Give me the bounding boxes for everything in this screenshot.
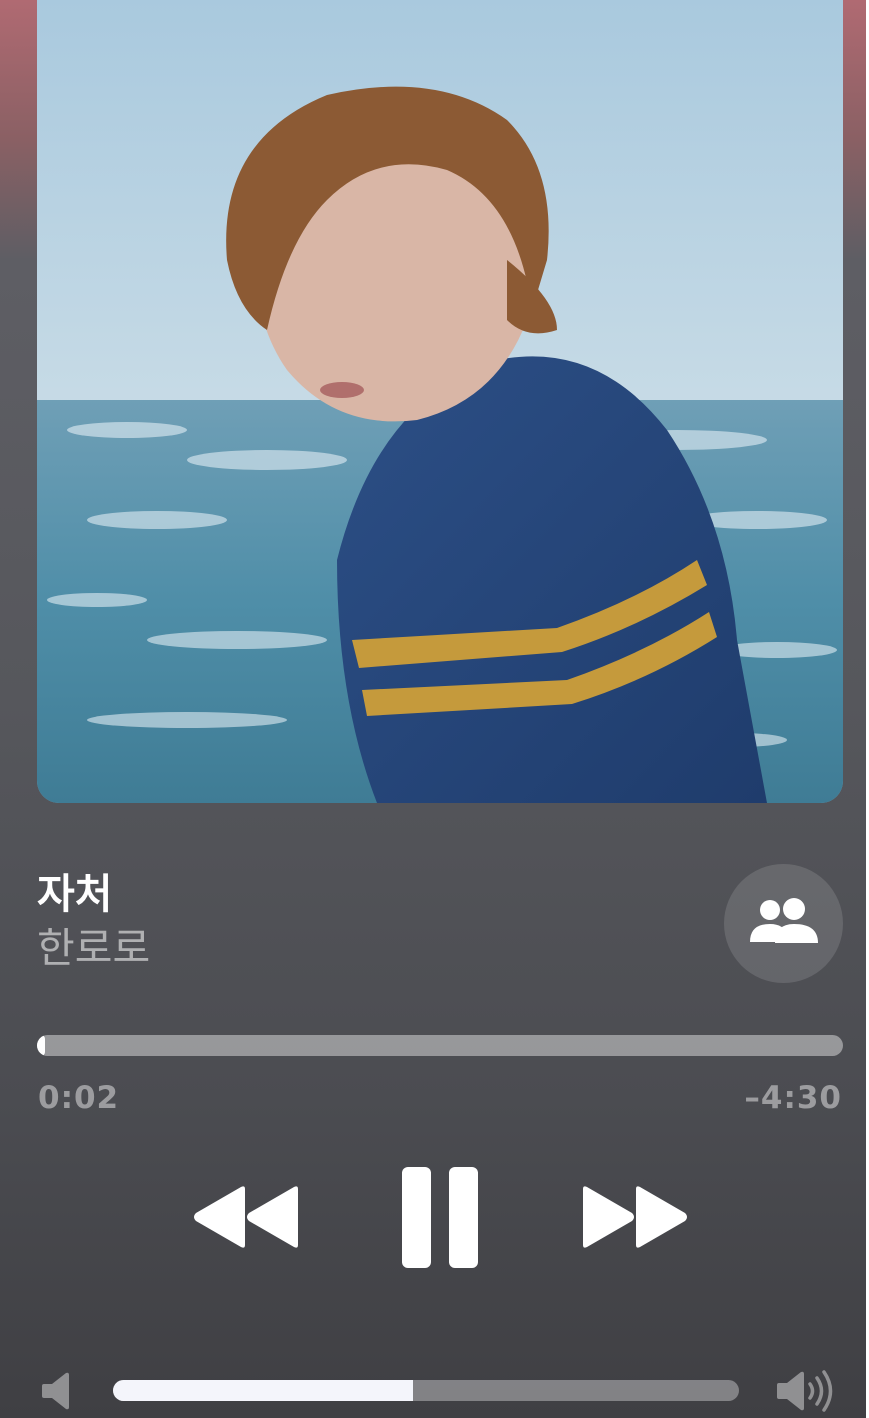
pause-button[interactable] <box>402 1167 480 1268</box>
playback-progress-fill <box>37 1035 46 1056</box>
fast-forward-icon <box>581 1185 689 1249</box>
shareplay-button[interactable] <box>724 864 843 983</box>
playback-scrubber[interactable] <box>37 1035 843 1056</box>
next-track-button[interactable] <box>581 1185 689 1249</box>
elapsed-time: 0:02 <box>38 1080 120 1116</box>
artist-name[interactable]: 한로로 <box>37 922 150 974</box>
volume-slider[interactable] <box>113 1380 739 1401</box>
rewind-icon <box>192 1185 300 1249</box>
shareplay-people-icon <box>749 897 819 951</box>
speaker-high-icon <box>777 1370 839 1416</box>
album-artwork <box>37 0 843 803</box>
previous-track-button[interactable] <box>192 1185 300 1249</box>
volume-level-fill <box>113 1380 414 1401</box>
speaker-low-icon <box>42 1372 70 1414</box>
song-title: 자처 <box>37 870 113 918</box>
remaining-time: –4:30 <box>744 1080 842 1116</box>
pause-icon <box>402 1167 480 1268</box>
